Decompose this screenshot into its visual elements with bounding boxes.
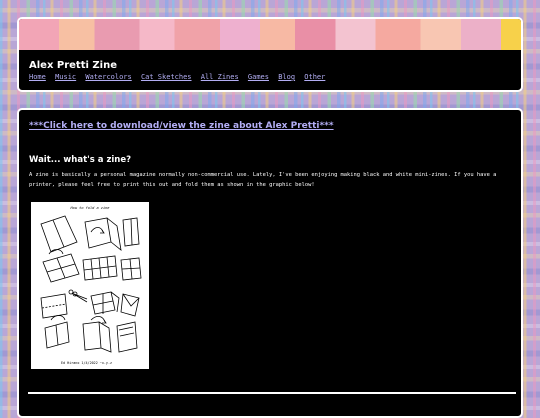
nav-music[interactable]: Music — [55, 73, 76, 81]
intro-paragraph: A zine is basically a personal magazine … — [29, 172, 497, 188]
section-divider — [28, 392, 516, 394]
zine-folding-graphic: How to fold a zine Ed Hirano 1/4/2022 ~x… — [31, 202, 149, 369]
nav-home[interactable]: Home — [29, 73, 46, 81]
nav-all-zines[interactable]: All Zines — [201, 73, 239, 81]
nav-blog[interactable]: Blog — [278, 73, 295, 81]
site-title: Alex Pretti Zine — [29, 60, 117, 71]
nav-games[interactable]: Games — [248, 73, 269, 81]
nav-watercolors[interactable]: Watercolors — [85, 73, 131, 81]
nav-bar: Home Music Watercolors Cat Sketches All … — [29, 73, 330, 81]
folding-steps-drawing — [40, 215, 142, 353]
zine-download-link[interactable]: ***Click here to download/view the zine … — [29, 121, 334, 131]
nav-other[interactable]: Other — [304, 73, 325, 81]
graphic-signature: Ed Hirano 1/4/2022 ~x.y.z — [61, 361, 113, 365]
main-card: ***Click here to download/view the zine … — [17, 108, 523, 418]
header-card: Alex Pretti Zine Home Music Watercolors … — [17, 17, 523, 92]
nav-cat-sketches[interactable]: Cat Sketches — [141, 73, 192, 81]
header-banner — [19, 19, 521, 50]
section-heading: Wait... what's a zine? — [29, 155, 132, 165]
